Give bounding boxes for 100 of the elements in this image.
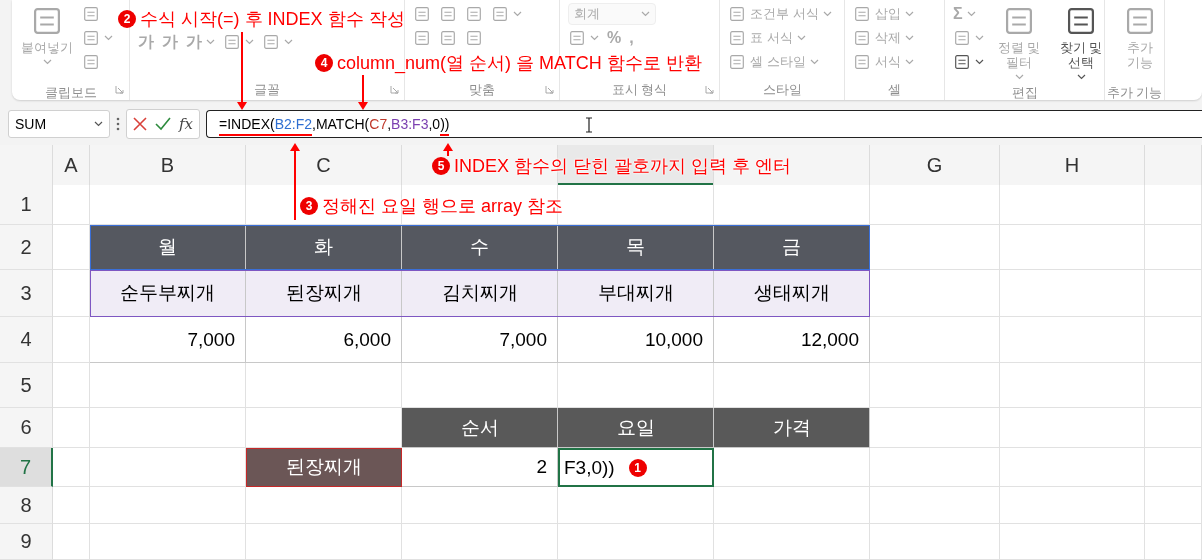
dialog-launcher-icon[interactable] [545, 85, 554, 94]
tool-icon [953, 53, 971, 71]
step-marker: 1 [628, 458, 647, 477]
caret-icon [905, 59, 914, 65]
arrow [443, 143, 453, 157]
formula-text: =INDEX(B2:F2,MATCH(C7,B3:F3,0)) [219, 116, 450, 132]
caret-icon [809, 59, 819, 65]
table-cell: 10,000 [558, 317, 714, 363]
group-label: 추가 기능 [1106, 84, 1163, 102]
caret-icon [1076, 74, 1086, 80]
table-cell: 목 [558, 225, 714, 270]
tool-icon [728, 5, 746, 23]
row-header[interactable]: 6 [0, 408, 53, 448]
insert-function-button[interactable]: fx [179, 115, 193, 133]
table-cell: 순두부찌개 [90, 270, 246, 317]
table-cell: 금 [714, 225, 870, 270]
caret-icon [104, 35, 113, 41]
caret-icon [206, 39, 215, 45]
caret-icon [1014, 74, 1024, 80]
caret-icon [513, 11, 522, 17]
close-icon[interactable] [133, 117, 147, 131]
tool-icon [262, 33, 280, 51]
row-header[interactable]: 3 [0, 270, 53, 317]
table-cell: 7,000 [402, 317, 558, 363]
caret-icon [975, 35, 984, 41]
annotation-text: 정해진 요일 행으로 array 참조 [322, 195, 563, 217]
table-cell: 부대찌개 [558, 270, 714, 317]
dialog-launcher-icon[interactable] [115, 85, 124, 94]
tool-icon [491, 5, 509, 23]
caret-icon [966, 11, 976, 17]
group-label: 맞춤 [469, 81, 495, 99]
row-header[interactable]: 2 [0, 225, 53, 270]
column-header[interactable]: A [53, 145, 90, 185]
formula-input[interactable]: =INDEX(B2:F2,MATCH(C7,B3:F3,0)) [206, 110, 1202, 138]
tool-icon [82, 5, 100, 23]
caret-icon [641, 11, 650, 17]
tool-icon [728, 53, 746, 71]
tool-icon [82, 29, 100, 47]
tool-icon [465, 29, 483, 47]
row-header[interactable]: 7 [0, 448, 53, 487]
table-cell: 가격 [714, 408, 870, 448]
caret-icon [796, 35, 806, 41]
group-label: 편집 [1011, 84, 1038, 102]
tool-icon [568, 29, 586, 47]
caret-icon [822, 11, 832, 17]
group-label: 클립보드 [44, 84, 97, 102]
tool-icon [853, 53, 871, 71]
tool-icon [439, 5, 457, 23]
tool-icon [728, 29, 746, 47]
caret-icon [94, 121, 103, 127]
ribbon-button[interactable]: 찾기 및 선택 [1054, 4, 1108, 80]
row-header[interactable]: 5 [0, 363, 53, 408]
caret-icon [245, 39, 254, 45]
tool-icon [953, 29, 971, 47]
row-header[interactable]: 4 [0, 317, 53, 363]
caret-icon [42, 59, 52, 65]
tool-icon [439, 29, 457, 47]
tool-icon [413, 5, 431, 23]
annotation-text: column_num(열 순서) 을 MATCH 함수로 반환 [337, 52, 702, 74]
row-header[interactable]: 1 [0, 185, 53, 225]
cell-input-text[interactable]: F3,0)) [564, 456, 615, 479]
table-cell: 순서 [402, 408, 558, 448]
table-cell: 김치찌개 [402, 270, 558, 317]
group-label: 스타일 [762, 81, 802, 99]
caret-icon [975, 59, 984, 65]
dialog-launcher-icon[interactable] [390, 85, 399, 94]
icon-button[interactable] [953, 53, 984, 71]
row-header[interactable]: 9 [0, 524, 53, 560]
table-cell: 화 [246, 225, 402, 270]
column-header[interactable]: H [1000, 145, 1145, 185]
text-cursor-icon [585, 117, 593, 133]
column-header[interactable]: G [870, 145, 1000, 185]
row-header[interactable]: 8 [0, 487, 53, 524]
group-label: 표시 형식 [611, 81, 668, 99]
tool-icon [82, 53, 100, 71]
arrow [358, 74, 368, 110]
table-cell: 12,000 [714, 317, 870, 363]
tool-icon [223, 33, 241, 51]
table-cell: 수 [402, 225, 558, 270]
table-cell: 생태찌개 [714, 270, 870, 317]
more-options-icon[interactable] [116, 117, 120, 131]
name-box[interactable]: SUM [8, 110, 110, 138]
tool-icon [465, 5, 483, 23]
caret-icon [284, 39, 293, 45]
check-icon[interactable] [155, 117, 171, 131]
tool-icon [853, 29, 871, 47]
caret-icon [905, 11, 914, 17]
table-cell: 요일 [558, 408, 714, 448]
table-cell: 6,000 [246, 317, 402, 363]
tool-icon [413, 29, 431, 47]
annotation-text: 수식 시작(=) 후 INDEX 함수 작성 [140, 8, 405, 30]
name-box-value: SUM [15, 116, 47, 132]
group-label: 글꼴 [254, 81, 280, 99]
caret-icon [905, 35, 914, 41]
column-header[interactable]: B [90, 145, 246, 185]
group-label: 셀 [888, 81, 901, 99]
table-cell: 월 [90, 225, 246, 270]
tool-icon [853, 5, 871, 23]
table-cell: 7,000 [90, 317, 246, 363]
dialog-launcher-icon[interactable] [705, 85, 714, 94]
